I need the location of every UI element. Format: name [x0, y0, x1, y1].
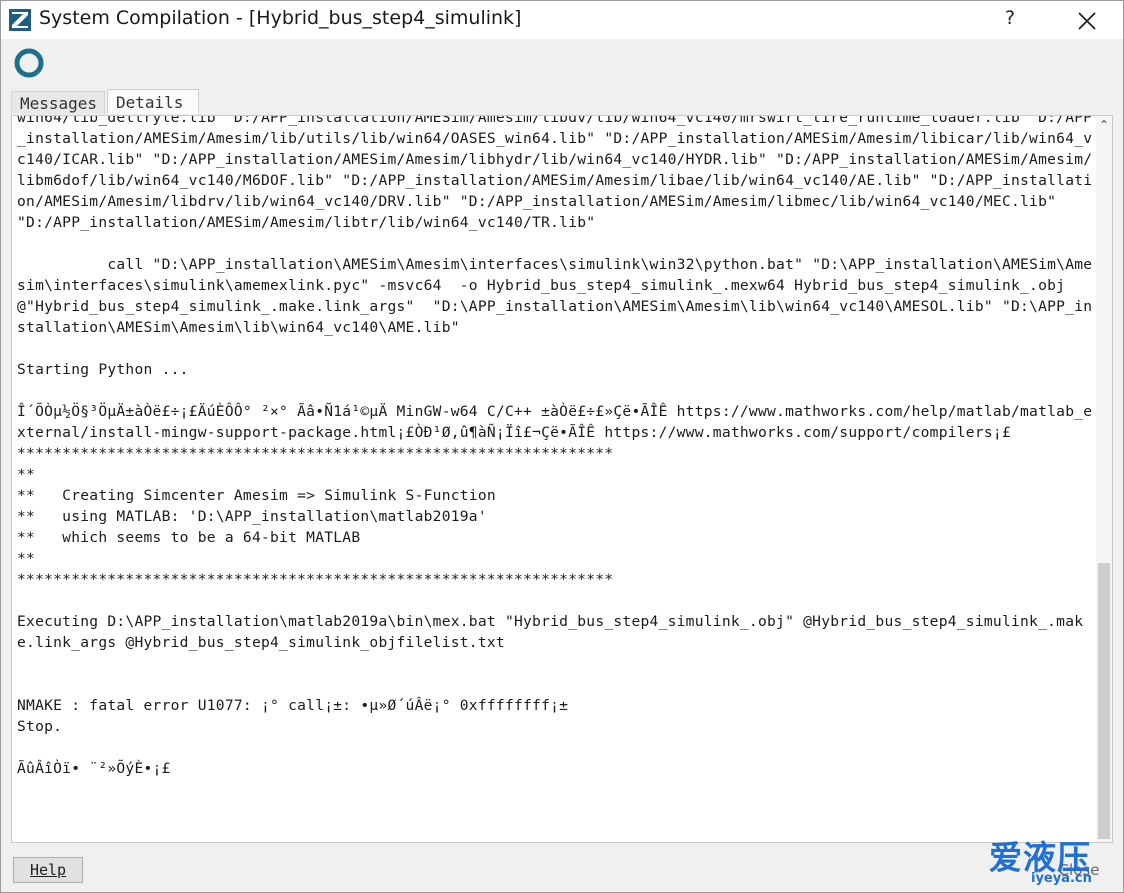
details-log-panel[interactable]: win64/lib_deltryle.lib D:/APP_installati… [11, 115, 1113, 843]
tab-messages[interactable]: Messages [11, 91, 105, 114]
app-icon [9, 9, 31, 31]
help-question-button[interactable]: ? [1005, 7, 1015, 29]
tab-details[interactable]: Details [107, 89, 199, 114]
scroll-thumb[interactable] [1098, 563, 1110, 839]
watermark-logo: 爱液压 iyeya.cn [987, 831, 1117, 893]
vertical-scrollbar[interactable]: ⌃ [1096, 116, 1112, 842]
scroll-up-arrow-icon[interactable]: ⌃ [1096, 116, 1112, 134]
help-button[interactable]: Help [13, 857, 83, 883]
window-title: System Compilation - [Hybrid_bus_step4_s… [39, 7, 522, 29]
compilation-dialog: System Compilation - [Hybrid_bus_step4_s… [0, 0, 1124, 893]
close-icon[interactable] [1073, 7, 1101, 35]
compilation-log-text: win64/lib_deltryle.lib D:/APP_installati… [17, 115, 1093, 777]
title-bar[interactable]: System Compilation - [Hybrid_bus_step4_s… [1, 1, 1123, 39]
watermark-url: iyeya.cn [1031, 871, 1092, 886]
status-ring-icon [14, 48, 44, 78]
